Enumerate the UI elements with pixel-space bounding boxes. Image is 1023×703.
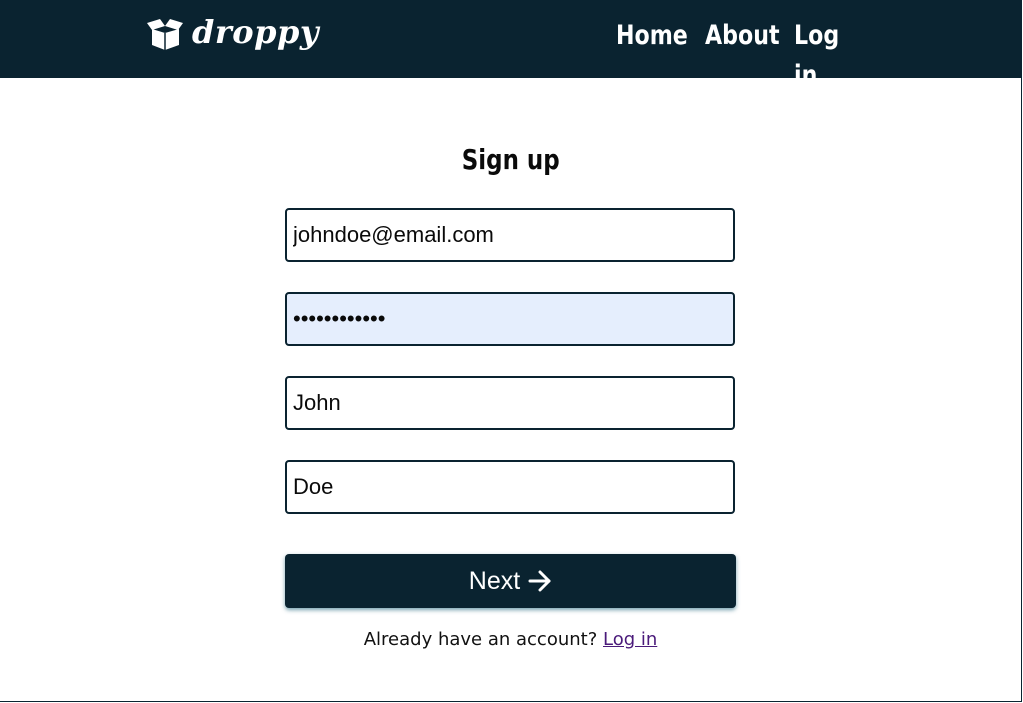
- page-title: Sign up: [0, 140, 1021, 180]
- nav-links: Home About Log in: [616, 16, 862, 96]
- open-box-icon: [146, 17, 184, 51]
- email-field[interactable]: [285, 208, 735, 262]
- navbar: droppy Home About Log in: [0, 0, 1021, 91]
- login-prompt: Already have an account? Log in: [0, 627, 1021, 653]
- first-name-field[interactable]: [285, 376, 735, 430]
- password-field[interactable]: [285, 292, 735, 346]
- brand-name: droppy: [192, 13, 319, 51]
- arrow-right-icon: [528, 570, 552, 592]
- page: droppy Home About Log in Sign up Next Al…: [0, 0, 1022, 702]
- nav-link-about[interactable]: About: [705, 16, 780, 96]
- nav-link-home[interactable]: Home: [616, 16, 688, 96]
- last-name-field[interactable]: [285, 460, 735, 514]
- brand-logo-link[interactable]: droppy: [146, 12, 319, 56]
- login-prompt-text: Already have an account?: [363, 629, 598, 650]
- next-button-label: Next: [468, 566, 521, 595]
- nav-link-login[interactable]: Log in: [794, 16, 850, 96]
- page-title-text: Sign up: [461, 143, 560, 176]
- login-link[interactable]: Log in: [603, 629, 657, 650]
- next-button[interactable]: Next: [285, 554, 736, 608]
